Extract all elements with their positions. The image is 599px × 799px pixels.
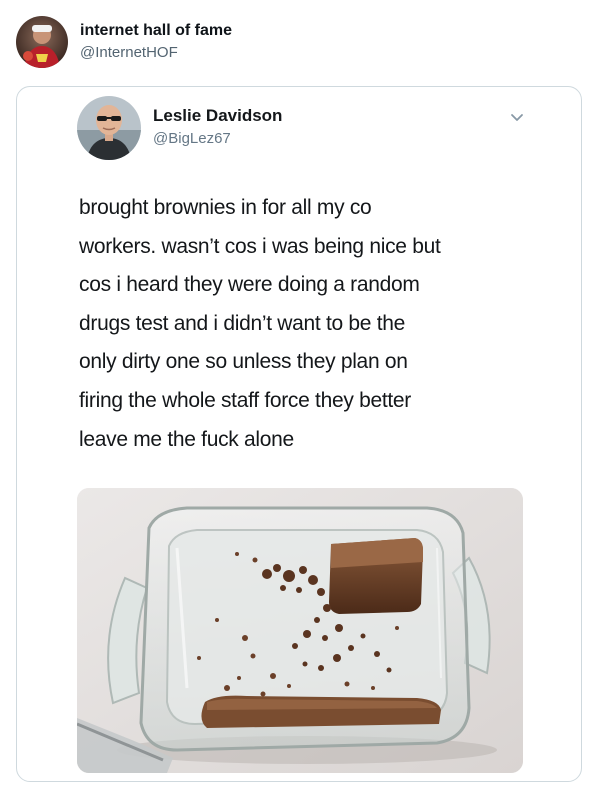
embedded-tweet-card: Leslie Davidson @BigLez67 brought browni… [16, 86, 582, 782]
inner-handle: @BigLez67 [153, 130, 231, 147]
outer-avatar[interactable] [16, 16, 68, 68]
tweet-text-line: drugs test and i didn’t want to be the [79, 311, 405, 335]
inner-display-name: Leslie Davidson [153, 106, 283, 125]
outer-handle[interactable]: @InternetHOF [80, 44, 178, 61]
tweet-text: brought brownies in for all my co worker… [79, 189, 549, 459]
outer-display-name[interactable]: internet hall of fame [80, 22, 232, 40]
profile-photo-icon [16, 16, 68, 68]
tweet-text-line: firing the whole staff force they better [79, 388, 411, 412]
tweet-text-line: brought brownies in for all my co [79, 196, 372, 219]
profile-photo-icon [77, 96, 141, 160]
tweet-text-line: leave me the fuck alone [79, 427, 294, 451]
tweet-text-line: only dirty one so unless they plan on [79, 350, 408, 374]
tweet-media-photo [77, 488, 523, 773]
photo-glass-dish-brownie-crumbs-icon [77, 488, 523, 773]
tweet-text-line: workers. wasn’t cos i was being nice but [79, 234, 441, 258]
tweet-text-line: cos i heard they were doing a random [79, 273, 420, 297]
inner-avatar [77, 96, 141, 160]
chevron-down-icon [509, 109, 525, 125]
